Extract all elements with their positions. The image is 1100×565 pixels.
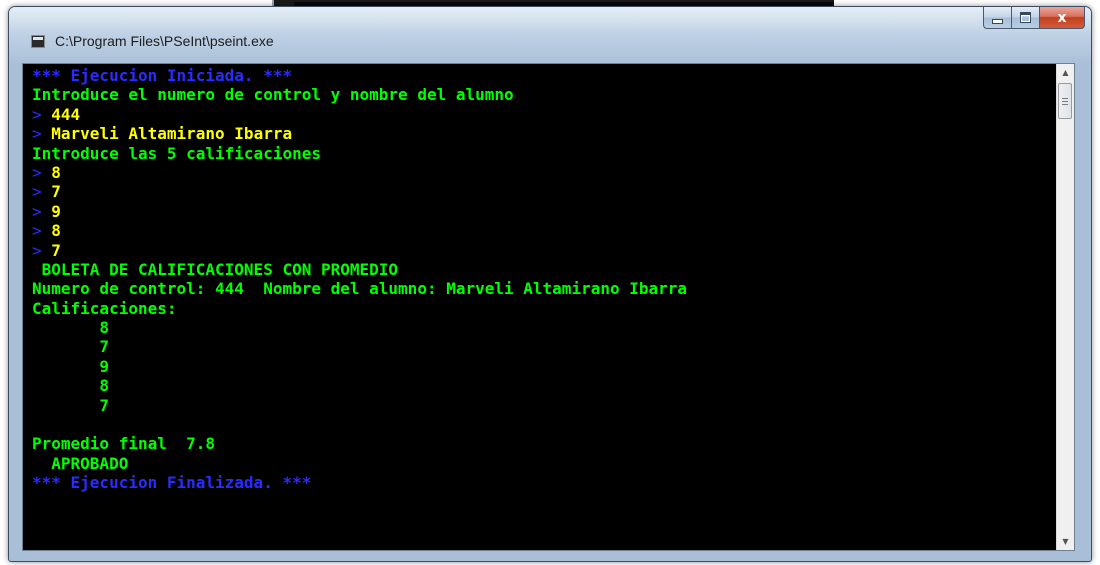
input-prompt-marker: >: [32, 162, 42, 182]
console-line: 7: [32, 337, 1057, 356]
program-output-text: Numero de control: 444 Nombre del alumno…: [32, 279, 688, 299]
console-frame: *** Ejecucion Iniciada. *** Introduce el …: [22, 63, 1075, 551]
input-prompt-marker: >: [32, 240, 42, 260]
user-input-text: 7: [41, 240, 61, 260]
maximize-icon: [1020, 12, 1031, 23]
console-window: C:\Program Files\PSeInt\pseint.exe x ***…: [8, 6, 1092, 562]
console-line: 7: [32, 396, 1057, 415]
console-line: 9: [32, 357, 1057, 376]
console-line: > 7: [32, 182, 1057, 201]
vertical-scrollbar[interactable]: ▲ ▼: [1056, 64, 1074, 550]
close-icon: x: [1057, 9, 1067, 26]
user-input-text: 8: [41, 162, 61, 182]
system-message: *** Ejecucion Iniciada. ***: [32, 66, 293, 85]
console-line: > 8: [32, 163, 1057, 182]
scroll-down-icon: ▼: [1062, 537, 1069, 546]
program-output-text: 8: [32, 376, 110, 396]
console-line: Calificaciones:: [32, 299, 1057, 318]
system-message: *** Ejecucion Finalizada. ***: [32, 473, 312, 493]
window-title: C:\Program Files\PSeInt\pseint.exe: [55, 33, 274, 49]
scroll-down-button[interactable]: ▼: [1057, 533, 1074, 550]
user-input-text: 444: [41, 104, 81, 124]
console-output[interactable]: *** Ejecucion Iniciada. *** Introduce el …: [23, 64, 1057, 550]
console-line: *** Ejecucion Iniciada. ***: [32, 66, 1057, 85]
console-line: Numero de control: 444 Nombre del alumno…: [32, 279, 1057, 298]
input-prompt-marker: >: [32, 104, 42, 124]
scroll-up-button[interactable]: ▲: [1057, 64, 1074, 81]
console-line: *** Ejecucion Finalizada. ***: [32, 473, 1057, 492]
minimize-button[interactable]: [983, 7, 1011, 29]
console-line: > Marveli Altamirano Ibarra: [32, 124, 1057, 143]
program-output-text: 9: [32, 356, 110, 376]
console-line: Introduce las 5 calificaciones: [32, 144, 1057, 163]
minimize-icon: [992, 19, 1003, 24]
console-line: > 8: [32, 221, 1057, 240]
console-line: Promedio final 7.8: [32, 434, 1057, 453]
program-output-text: Calificaciones:: [32, 298, 177, 318]
console-line: > 7: [32, 241, 1057, 260]
user-input-text: Marveli Altamirano Ibarra: [41, 124, 293, 144]
user-input-text: 8: [41, 221, 61, 241]
console-line: BOLETA DE CALIFICACIONES CON PROMEDIO: [32, 260, 1057, 279]
maximize-button[interactable]: [1011, 7, 1039, 29]
program-output-text: 8: [32, 318, 110, 338]
program-output-text: APROBADO: [32, 453, 129, 473]
console-line: > 9: [32, 202, 1057, 221]
title-bar[interactable]: C:\Program Files\PSeInt\pseint.exe: [9, 7, 1091, 65]
program-output-text: BOLETA DE CALIFICACIONES CON PROMEDIO: [32, 259, 399, 279]
input-prompt-marker: >: [32, 182, 42, 202]
console-line: > 444: [32, 105, 1057, 124]
console-app-icon[interactable]: [31, 35, 45, 48]
close-button[interactable]: x: [1039, 7, 1085, 29]
input-prompt-marker: >: [32, 221, 42, 241]
caption-buttons: x: [983, 7, 1085, 29]
program-output-text: 7: [32, 395, 110, 415]
input-prompt-marker: >: [32, 201, 42, 221]
program-output-text: Promedio final 7.8: [32, 434, 216, 454]
scroll-thumb[interactable]: [1058, 83, 1072, 119]
console-line: 8: [32, 376, 1057, 395]
user-input-text: 7: [41, 182, 61, 202]
console-line: Introduce el numero de control y nombre …: [32, 85, 1057, 104]
console-line: APROBADO: [32, 454, 1057, 473]
user-input-text: 9: [41, 201, 61, 221]
program-output-text: Introduce las 5 calificaciones: [32, 143, 321, 163]
program-output-text: Introduce el numero de control y nombre …: [32, 85, 514, 105]
scroll-up-icon: ▲: [1062, 68, 1069, 77]
console-line: 8: [32, 318, 1057, 337]
input-prompt-marker: >: [32, 124, 42, 144]
program-output-text: 7: [32, 337, 110, 357]
